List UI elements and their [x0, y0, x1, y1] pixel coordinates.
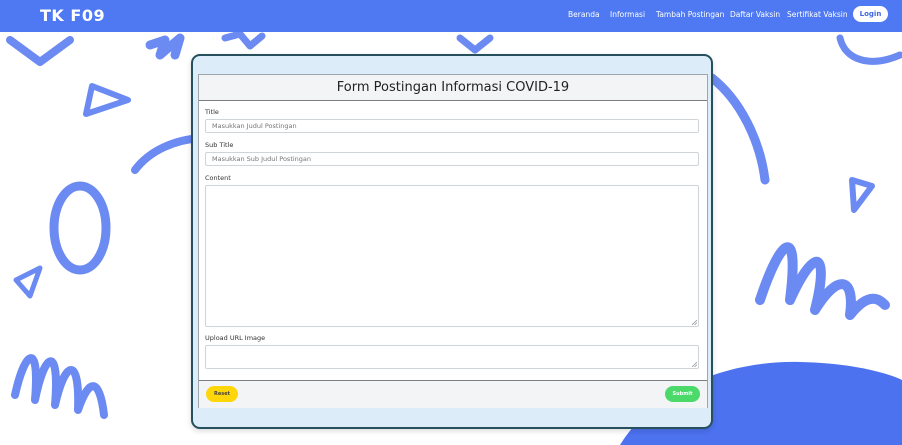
form-title: Form Postingan Informasi COVID-19: [336, 80, 570, 95]
image-url-label: Upload URL Image: [205, 334, 266, 342]
content-textarea[interactable]: [205, 185, 699, 327]
login-button[interactable]: Login: [853, 6, 888, 22]
title-label: Title: [205, 108, 219, 116]
submit-button[interactable]: Submit: [665, 386, 700, 402]
nav-link-tambah-postingan[interactable]: Tambah Postingan: [656, 10, 724, 19]
navbar: TK F09 Beranda Informasi Tambah Postinga…: [0, 0, 902, 32]
image-url-textarea[interactable]: [205, 345, 699, 369]
subtitle-label: Sub Title: [205, 141, 234, 149]
nav-link-informasi[interactable]: Informasi: [610, 10, 645, 19]
form-header: Form Postingan Informasi COVID-19: [199, 75, 707, 101]
title-input[interactable]: [205, 119, 699, 133]
nav-link-beranda[interactable]: Beranda: [568, 10, 600, 19]
form-footer: Reset Submit: [199, 380, 707, 408]
form-container: Form Postingan Informasi COVID-19 Title …: [191, 54, 713, 429]
nav-link-daftar-vaksin[interactable]: Daftar Vaksin: [730, 10, 780, 19]
subtitle-input[interactable]: [205, 152, 699, 166]
nav-link-sertifikat-vaksin[interactable]: Sertifikat Vaksin: [787, 10, 848, 19]
form-card: Form Postingan Informasi COVID-19 Title …: [198, 74, 708, 408]
resize-grip-icon[interactable]: [691, 319, 697, 325]
reset-button[interactable]: Reset: [206, 386, 238, 402]
content-label: Content: [205, 174, 231, 182]
brand-logo[interactable]: TK F09: [40, 6, 105, 25]
resize-grip-icon[interactable]: [691, 361, 697, 367]
